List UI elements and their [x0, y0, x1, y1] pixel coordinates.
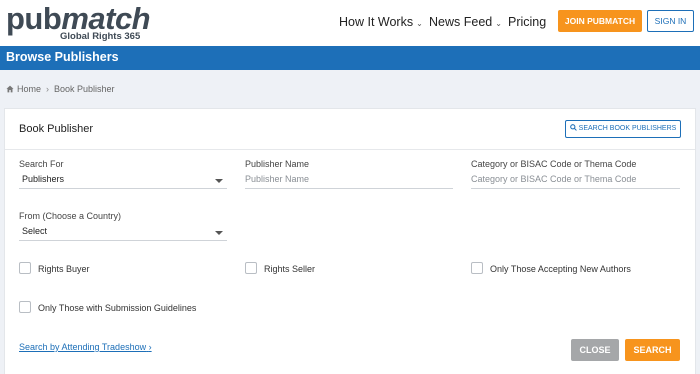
- publisher-name-input[interactable]: Publisher Name: [245, 171, 453, 189]
- top-navbar: pubmatch Global Rights 365 How It Works ⌄…: [0, 0, 700, 46]
- category-placeholder: Category or BISAC Code or Thema Code: [471, 174, 637, 184]
- nav-news-feed[interactable]: News Feed ⌄: [429, 15, 502, 29]
- caret-down-icon: [215, 179, 223, 183]
- join-pubmatch-button[interactable]: JOIN PUBMATCH: [558, 10, 642, 32]
- breadcrumb-home[interactable]: Home: [17, 84, 41, 94]
- publisher-name-placeholder: Publisher Name: [245, 174, 310, 184]
- page-title: Browse Publishers: [6, 50, 119, 64]
- country-label: From (Choose a Country): [19, 211, 122, 221]
- submission-guidelines-checkbox[interactable]: [19, 301, 31, 313]
- logo-subtitle: Global Rights 365: [60, 31, 141, 42]
- rights-seller-label: Rights Seller: [264, 264, 316, 274]
- nav-label: Pricing: [508, 15, 547, 29]
- country-value: Select: [22, 226, 48, 236]
- search-icon: [569, 124, 577, 131]
- card-title: Book Publisher: [19, 123, 93, 135]
- search-for-select[interactable]: Publishers: [19, 171, 227, 189]
- nav-label: News Feed: [429, 15, 493, 29]
- rights-buyer-label: Rights Buyer: [38, 264, 90, 274]
- search-card: Book Publisher SEARCH BOOK PUBLISHERS Se…: [4, 108, 696, 374]
- nav-how-it-works[interactable]: How It Works ⌄: [339, 15, 423, 29]
- category-label: Category or BISAC Code or Thema Code: [471, 159, 637, 169]
- new-authors-checkbox[interactable]: [471, 262, 483, 274]
- chevron-down-icon: ⌄: [416, 19, 423, 28]
- category-input[interactable]: Category or BISAC Code or Thema Code: [471, 171, 680, 189]
- country-select[interactable]: Select: [19, 223, 227, 241]
- breadcrumb-current: Book Publisher: [54, 84, 115, 94]
- chevron-right-icon: ›: [148, 342, 152, 352]
- page-title-band: Browse Publishers: [0, 46, 700, 70]
- pubmatch-logo[interactable]: pubmatch Global Rights 365: [6, 1, 151, 44]
- nav-label: How It Works: [339, 15, 414, 29]
- new-authors-label: Only Those Accepting New Authors: [490, 264, 631, 274]
- caret-down-icon: [215, 231, 223, 235]
- breadcrumb: Home › Book Publisher: [6, 84, 115, 94]
- rights-seller-checkbox[interactable]: [245, 262, 257, 274]
- nav-pricing[interactable]: Pricing: [508, 15, 546, 29]
- search-book-publishers-button[interactable]: SEARCH BOOK PUBLISHERS: [565, 120, 681, 138]
- logo-main: pub: [6, 1, 62, 36]
- submission-guidelines-label: Only Those with Submission Guidelines: [38, 303, 197, 313]
- home-icon: [6, 85, 14, 93]
- search-for-value: Publishers: [22, 174, 65, 184]
- chevron-down-icon: ⌄: [495, 19, 502, 28]
- sign-in-button[interactable]: SIGN IN: [647, 10, 694, 32]
- publisher-name-label: Publisher Name: [245, 159, 310, 169]
- close-button[interactable]: CLOSE: [571, 339, 619, 361]
- rights-buyer-checkbox[interactable]: [19, 262, 31, 274]
- search-book-publishers-label: SEARCH BOOK PUBLISHERS: [578, 125, 677, 132]
- search-by-tradeshow-link[interactable]: Search by Attending Tradeshow ›: [19, 342, 152, 352]
- tradeshow-link-label: Search by Attending Tradeshow: [19, 342, 147, 352]
- card-divider: [5, 149, 695, 150]
- breadcrumb-separator-icon: ›: [46, 84, 50, 94]
- search-button[interactable]: SEARCH: [625, 339, 680, 361]
- search-for-label: Search For: [19, 159, 64, 169]
